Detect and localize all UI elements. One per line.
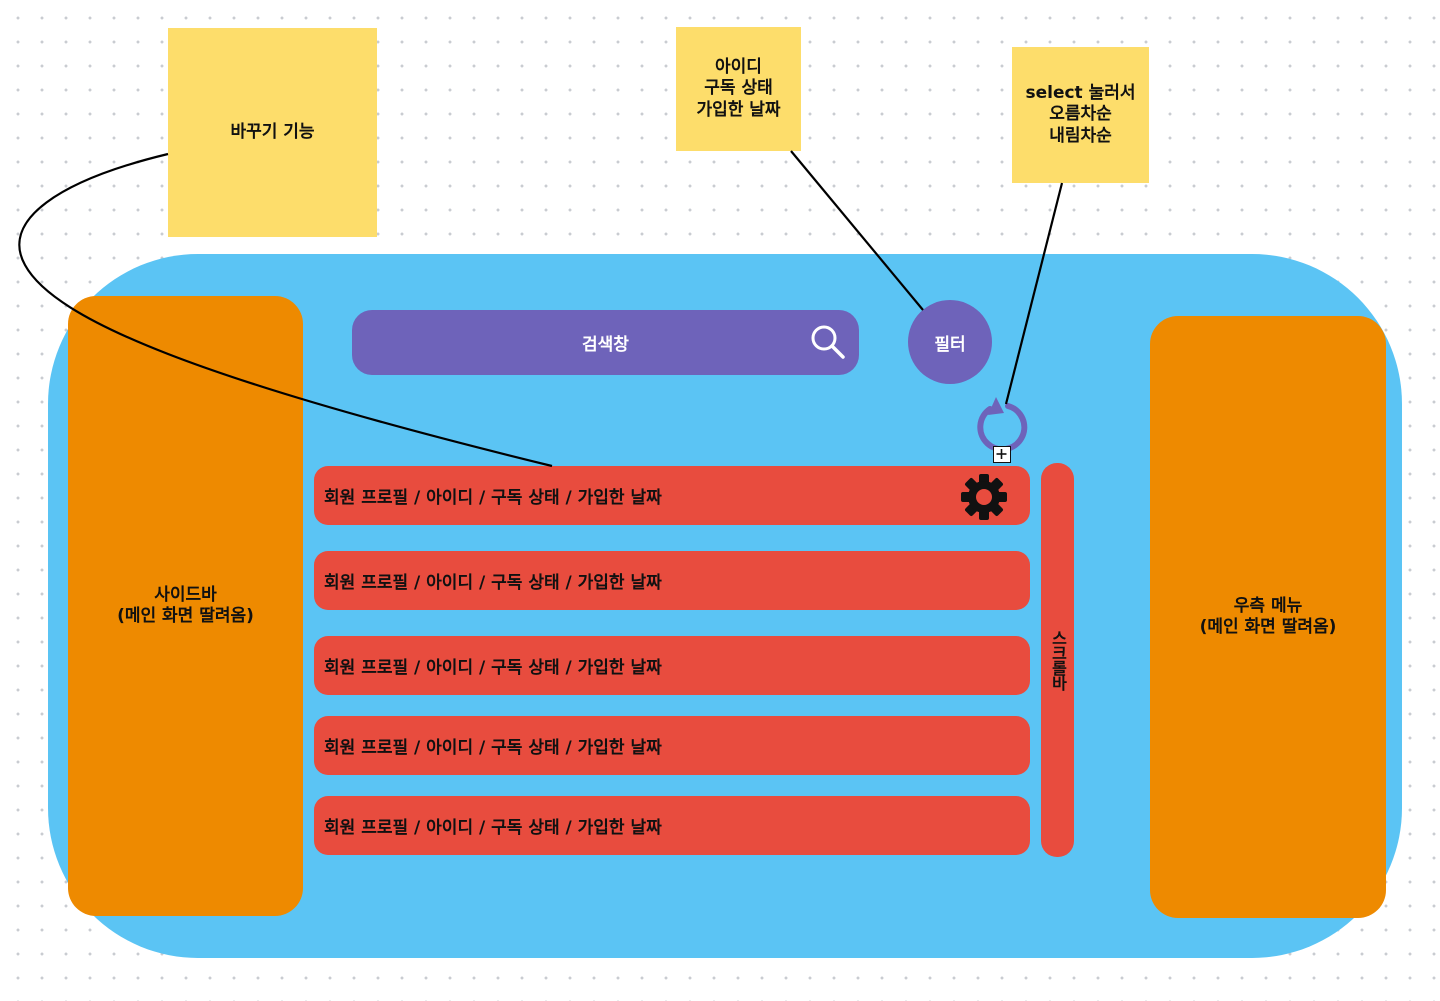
list-item[interactable]: 회원 프로필 / 아이디 / 구독 상태 / 가입한 날짜 <box>314 636 1030 695</box>
sticky-note-filter-fields: 아이디 구독 상태 가입한 날짜 <box>676 27 801 151</box>
scrollbar-label: 스크롤바 <box>1048 630 1068 690</box>
list-item-label: 회원 프로필 / 아이디 / 구독 상태 / 가입한 날짜 <box>324 573 662 593</box>
right-menu[interactable]: 우측 메뉴 (메인 화면 딸려옴) <box>1150 316 1386 918</box>
list-item-label: 회원 프로필 / 아이디 / 구독 상태 / 가입한 날짜 <box>324 488 662 508</box>
list-item-label: 회원 프로필 / 아이디 / 구독 상태 / 가입한 날짜 <box>324 738 662 758</box>
scrollbar[interactable]: 스크롤바 <box>1041 463 1074 857</box>
list-item[interactable]: 회원 프로필 / 아이디 / 구독 상태 / 가입한 날짜 <box>314 796 1030 855</box>
search-icon[interactable] <box>809 323 847 361</box>
sticky-note-text: select 눌러서 오름차순 내림차순 <box>1025 83 1136 146</box>
list-item-label: 회원 프로필 / 아이디 / 구독 상태 / 가입한 날짜 <box>324 818 662 838</box>
sticky-note-sort-select: select 눌러서 오름차순 내림차순 <box>1012 47 1149 183</box>
list-item[interactable]: 회원 프로필 / 아이디 / 구독 상태 / 가입한 날짜 <box>314 466 1030 525</box>
right-menu-label: 우측 메뉴 (메인 화면 딸려옴) <box>1199 595 1337 637</box>
sticky-note-swap-feature: 바꾸기 기능 <box>168 28 377 237</box>
gear-icon[interactable] <box>960 473 1008 521</box>
sidebar[interactable]: 사이드바 (메인 화면 딸려옴) <box>68 296 303 916</box>
sidebar-label: 사이드바 (메인 화면 딸려옴) <box>117 584 254 626</box>
list-item[interactable]: 회원 프로필 / 아이디 / 구독 상태 / 가입한 날짜 <box>314 551 1030 610</box>
filter-label: 필터 <box>934 334 966 355</box>
plus-icon[interactable] <box>993 446 1011 463</box>
list-item[interactable]: 회원 프로필 / 아이디 / 구독 상태 / 가입한 날짜 <box>314 716 1030 775</box>
search-bar[interactable]: 검색창 <box>352 310 859 375</box>
search-label: 검색창 <box>582 335 629 355</box>
sticky-note-text: 바꾸기 기능 <box>230 121 315 142</box>
list-item-label: 회원 프로필 / 아이디 / 구독 상태 / 가입한 날짜 <box>324 658 662 678</box>
sticky-note-text: 아이디 구독 상태 가입한 날짜 <box>696 57 781 120</box>
filter-button[interactable]: 필터 <box>908 300 992 384</box>
